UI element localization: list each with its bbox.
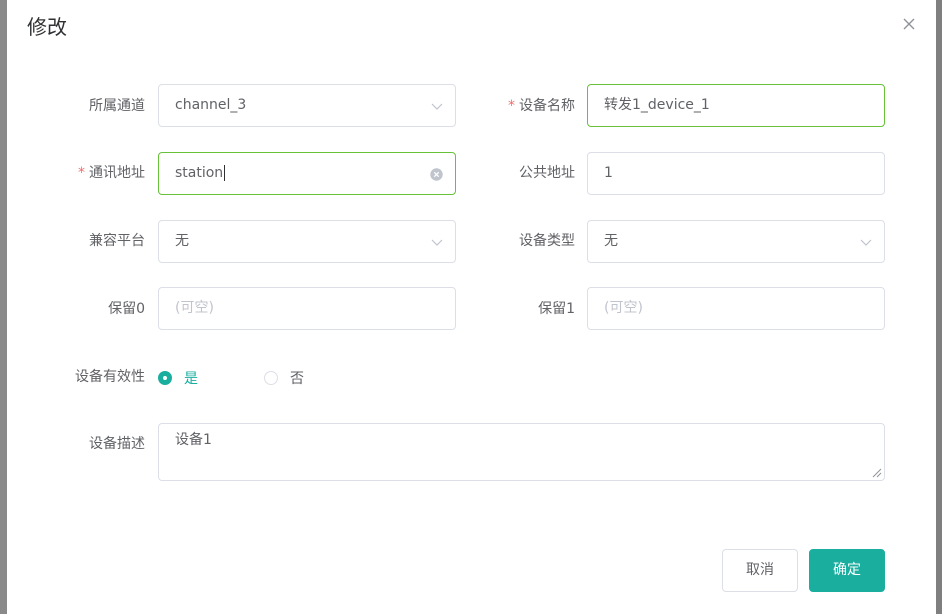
common-address-input[interactable]: 1 bbox=[587, 152, 885, 195]
background-page-edge bbox=[0, 0, 7, 614]
reserved1-label: 保留1 bbox=[538, 301, 575, 317]
radio-dot bbox=[158, 371, 172, 385]
compat-platform-select[interactable]: 无 bbox=[158, 220, 456, 263]
chevron-down-icon bbox=[431, 239, 443, 246]
validity-yes-radio[interactable]: 是 bbox=[158, 369, 198, 387]
channel-select[interactable]: channel_3 bbox=[158, 84, 456, 127]
validity-no-radio[interactable]: 否 bbox=[264, 369, 304, 387]
cancel-button[interactable]: 取消 bbox=[722, 549, 798, 592]
required-mark: * bbox=[78, 165, 85, 181]
reserved0-label: 保留0 bbox=[108, 301, 145, 317]
required-mark: * bbox=[508, 98, 515, 114]
device-name-label: * 设备名称 bbox=[508, 98, 575, 114]
device-type-label: 设备类型 bbox=[519, 233, 575, 249]
description-label: 设备描述 bbox=[89, 436, 145, 452]
chevron-down-icon bbox=[860, 239, 872, 246]
comm-address-input[interactable]: station bbox=[158, 152, 456, 195]
dialog-title: 修改 bbox=[27, 15, 67, 39]
reserved0-input[interactable]: (可空) bbox=[158, 287, 456, 330]
reserved1-input[interactable]: (可空) bbox=[587, 287, 885, 330]
edit-dialog: 修改 所属通道 channel_3 * 设备名称 转发1_device_1 * 通讯… bbox=[7, 0, 936, 614]
resize-handle-icon[interactable] bbox=[870, 466, 882, 478]
comm-address-label: * 通讯地址 bbox=[78, 165, 145, 181]
clear-icon[interactable] bbox=[430, 168, 443, 181]
text-cursor bbox=[224, 165, 226, 181]
background-page-edge-right bbox=[936, 0, 942, 614]
close-icon[interactable] bbox=[900, 15, 918, 33]
radio-dot bbox=[264, 371, 278, 385]
device-type-select[interactable]: 无 bbox=[587, 220, 885, 263]
description-textarea[interactable]: 设备1 bbox=[158, 423, 885, 481]
common-address-label: 公共地址 bbox=[519, 165, 575, 181]
channel-label: 所属通道 bbox=[89, 98, 145, 114]
chevron-down-icon bbox=[431, 103, 443, 110]
confirm-button[interactable]: 确定 bbox=[809, 549, 885, 592]
compat-platform-label: 兼容平台 bbox=[89, 233, 145, 249]
device-name-input[interactable]: 转发1_device_1 bbox=[587, 84, 885, 127]
validity-label: 设备有效性 bbox=[75, 369, 145, 385]
